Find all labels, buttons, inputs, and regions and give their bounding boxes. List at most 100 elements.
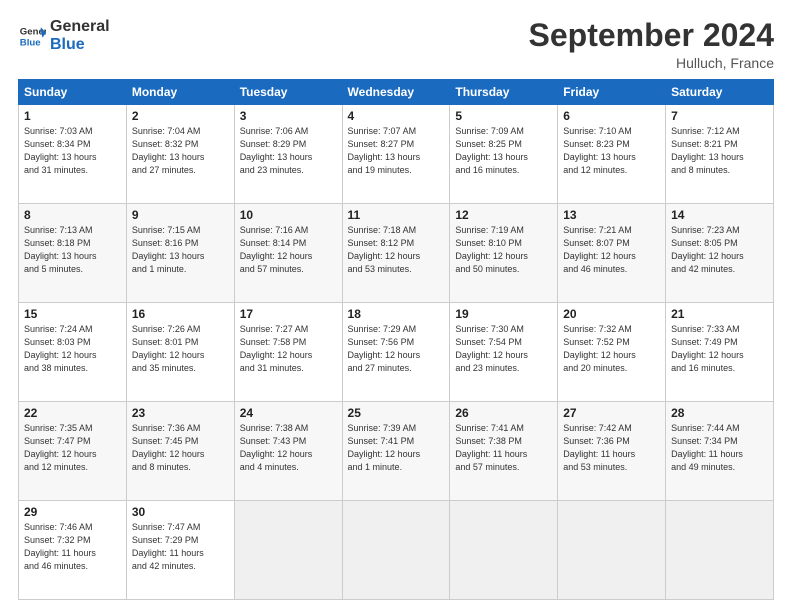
day-info: Sunrise: 7:26 AMSunset: 8:01 PMDaylight:… — [132, 323, 229, 375]
logo-blue: Blue — [50, 36, 110, 54]
calendar-table: SundayMondayTuesdayWednesdayThursdayFrid… — [18, 79, 774, 600]
day-number: 25 — [348, 406, 445, 420]
day-info: Sunrise: 7:13 AMSunset: 8:18 PMDaylight:… — [24, 224, 121, 276]
calendar-cell: 14 Sunrise: 7:23 AMSunset: 8:05 PMDayligh… — [666, 204, 774, 303]
day-number: 21 — [671, 307, 768, 321]
day-number: 16 — [132, 307, 229, 321]
calendar-cell: 15 Sunrise: 7:24 AMSunset: 8:03 PMDayligh… — [19, 303, 127, 402]
location: Hulluch, France — [529, 55, 774, 71]
day-number: 30 — [132, 505, 229, 519]
month-title: September 2024 — [529, 18, 774, 53]
day-info: Sunrise: 7:47 AMSunset: 7:29 PMDaylight:… — [132, 521, 229, 573]
calendar-cell: 22 Sunrise: 7:35 AMSunset: 7:47 PMDayligh… — [19, 402, 127, 501]
day-number: 1 — [24, 109, 121, 123]
day-number: 8 — [24, 208, 121, 222]
day-info: Sunrise: 7:33 AMSunset: 7:49 PMDaylight:… — [671, 323, 768, 375]
day-number: 9 — [132, 208, 229, 222]
day-info: Sunrise: 7:06 AMSunset: 8:29 PMDaylight:… — [240, 125, 337, 177]
calendar-cell — [558, 501, 666, 600]
day-info: Sunrise: 7:24 AMSunset: 8:03 PMDaylight:… — [24, 323, 121, 375]
day-info: Sunrise: 7:10 AMSunset: 8:23 PMDaylight:… — [563, 125, 660, 177]
day-number: 19 — [455, 307, 552, 321]
calendar-cell: 8 Sunrise: 7:13 AMSunset: 8:18 PMDaylight… — [19, 204, 127, 303]
calendar-cell — [666, 501, 774, 600]
page: General Blue General Blue September 2024… — [0, 0, 792, 612]
header-wednesday: Wednesday — [342, 80, 450, 105]
header: General Blue General Blue September 2024… — [18, 18, 774, 71]
day-info: Sunrise: 7:16 AMSunset: 8:14 PMDaylight:… — [240, 224, 337, 276]
calendar-cell: 12 Sunrise: 7:19 AMSunset: 8:10 PMDayligh… — [450, 204, 558, 303]
calendar-week-row: 8 Sunrise: 7:13 AMSunset: 8:18 PMDaylight… — [19, 204, 774, 303]
day-info: Sunrise: 7:23 AMSunset: 8:05 PMDaylight:… — [671, 224, 768, 276]
header-sunday: Sunday — [19, 80, 127, 105]
header-tuesday: Tuesday — [234, 80, 342, 105]
calendar-cell — [234, 501, 342, 600]
svg-text:Blue: Blue — [20, 37, 41, 48]
calendar-cell: 3 Sunrise: 7:06 AMSunset: 8:29 PMDaylight… — [234, 105, 342, 204]
day-info: Sunrise: 7:35 AMSunset: 7:47 PMDaylight:… — [24, 422, 121, 474]
calendar-cell: 29Sunrise: 7:46 AMSunset: 7:32 PMDayligh… — [19, 501, 127, 600]
day-info: Sunrise: 7:32 AMSunset: 7:52 PMDaylight:… — [563, 323, 660, 375]
day-number: 22 — [24, 406, 121, 420]
calendar-cell: 18Sunrise: 7:29 AMSunset: 7:56 PMDayligh… — [342, 303, 450, 402]
calendar-cell: 20 Sunrise: 7:32 AMSunset: 7:52 PMDayligh… — [558, 303, 666, 402]
day-number: 3 — [240, 109, 337, 123]
calendar-cell: 23Sunrise: 7:36 AMSunset: 7:45 PMDayligh… — [126, 402, 234, 501]
day-info: Sunrise: 7:03 AMSunset: 8:34 PMDaylight:… — [24, 125, 121, 177]
day-number: 6 — [563, 109, 660, 123]
calendar-cell: 27Sunrise: 7:42 AMSunset: 7:36 PMDayligh… — [558, 402, 666, 501]
day-info: Sunrise: 7:18 AMSunset: 8:12 PMDaylight:… — [348, 224, 445, 276]
day-info: Sunrise: 7:19 AMSunset: 8:10 PMDaylight:… — [455, 224, 552, 276]
day-number: 7 — [671, 109, 768, 123]
logo-general: General — [50, 18, 110, 36]
day-info: Sunrise: 7:15 AMSunset: 8:16 PMDaylight:… — [132, 224, 229, 276]
calendar-week-row: 29Sunrise: 7:46 AMSunset: 7:32 PMDayligh… — [19, 501, 774, 600]
day-info: Sunrise: 7:44 AMSunset: 7:34 PMDaylight:… — [671, 422, 768, 474]
day-info: Sunrise: 7:12 AMSunset: 8:21 PMDaylight:… — [671, 125, 768, 177]
header-monday: Monday — [126, 80, 234, 105]
day-number: 10 — [240, 208, 337, 222]
day-info: Sunrise: 7:09 AMSunset: 8:25 PMDaylight:… — [455, 125, 552, 177]
calendar-cell: 10 Sunrise: 7:16 AMSunset: 8:14 PMDayligh… — [234, 204, 342, 303]
calendar-cell — [450, 501, 558, 600]
day-info: Sunrise: 7:42 AMSunset: 7:36 PMDaylight:… — [563, 422, 660, 474]
day-info: Sunrise: 7:41 AMSunset: 7:38 PMDaylight:… — [455, 422, 552, 474]
day-number: 24 — [240, 406, 337, 420]
calendar-cell: 5Sunrise: 7:09 AMSunset: 8:25 PMDaylight… — [450, 105, 558, 204]
day-number: 15 — [24, 307, 121, 321]
calendar-cell: 26Sunrise: 7:41 AMSunset: 7:38 PMDayligh… — [450, 402, 558, 501]
calendar-cell: 2 Sunrise: 7:04 AMSunset: 8:32 PMDaylight… — [126, 105, 234, 204]
day-number: 11 — [348, 208, 445, 222]
day-info: Sunrise: 7:21 AMSunset: 8:07 PMDaylight:… — [563, 224, 660, 276]
day-number: 12 — [455, 208, 552, 222]
calendar-cell: 28 Sunrise: 7:44 AMSunset: 7:34 PMDayligh… — [666, 402, 774, 501]
calendar-cell: 25 Sunrise: 7:39 AMSunset: 7:41 PMDayligh… — [342, 402, 450, 501]
header-saturday: Saturday — [666, 80, 774, 105]
day-info: Sunrise: 7:04 AMSunset: 8:32 PMDaylight:… — [132, 125, 229, 177]
day-number: 20 — [563, 307, 660, 321]
calendar-cell: 9 Sunrise: 7:15 AMSunset: 8:16 PMDaylight… — [126, 204, 234, 303]
day-number: 28 — [671, 406, 768, 420]
day-number: 4 — [348, 109, 445, 123]
calendar-cell: 17Sunrise: 7:27 AMSunset: 7:58 PMDayligh… — [234, 303, 342, 402]
calendar-week-row: 15 Sunrise: 7:24 AMSunset: 8:03 PMDayligh… — [19, 303, 774, 402]
day-number: 2 — [132, 109, 229, 123]
day-number: 17 — [240, 307, 337, 321]
day-info: Sunrise: 7:29 AMSunset: 7:56 PMDaylight:… — [348, 323, 445, 375]
calendar-cell: 1 Sunrise: 7:03 AMSunset: 8:34 PMDaylight… — [19, 105, 127, 204]
day-number: 14 — [671, 208, 768, 222]
calendar-cell: 13 Sunrise: 7:21 AMSunset: 8:07 PMDayligh… — [558, 204, 666, 303]
calendar-cell: 21 Sunrise: 7:33 AMSunset: 7:49 PMDayligh… — [666, 303, 774, 402]
calendar-header-row: SundayMondayTuesdayWednesdayThursdayFrid… — [19, 80, 774, 105]
calendar-cell: 7 Sunrise: 7:12 AMSunset: 8:21 PMDaylight… — [666, 105, 774, 204]
calendar-cell: 16 Sunrise: 7:26 AMSunset: 8:01 PMDayligh… — [126, 303, 234, 402]
calendar-cell: 11 Sunrise: 7:18 AMSunset: 8:12 PMDayligh… — [342, 204, 450, 303]
calendar-cell: 24Sunrise: 7:38 AMSunset: 7:43 PMDayligh… — [234, 402, 342, 501]
day-number: 13 — [563, 208, 660, 222]
calendar-week-row: 22 Sunrise: 7:35 AMSunset: 7:47 PMDayligh… — [19, 402, 774, 501]
day-info: Sunrise: 7:30 AMSunset: 7:54 PMDaylight:… — [455, 323, 552, 375]
logo-icon: General Blue — [18, 22, 46, 50]
day-info: Sunrise: 7:39 AMSunset: 7:41 PMDaylight:… — [348, 422, 445, 474]
calendar-cell: 6 Sunrise: 7:10 AMSunset: 8:23 PMDaylight… — [558, 105, 666, 204]
day-info: Sunrise: 7:07 AMSunset: 8:27 PMDaylight:… — [348, 125, 445, 177]
